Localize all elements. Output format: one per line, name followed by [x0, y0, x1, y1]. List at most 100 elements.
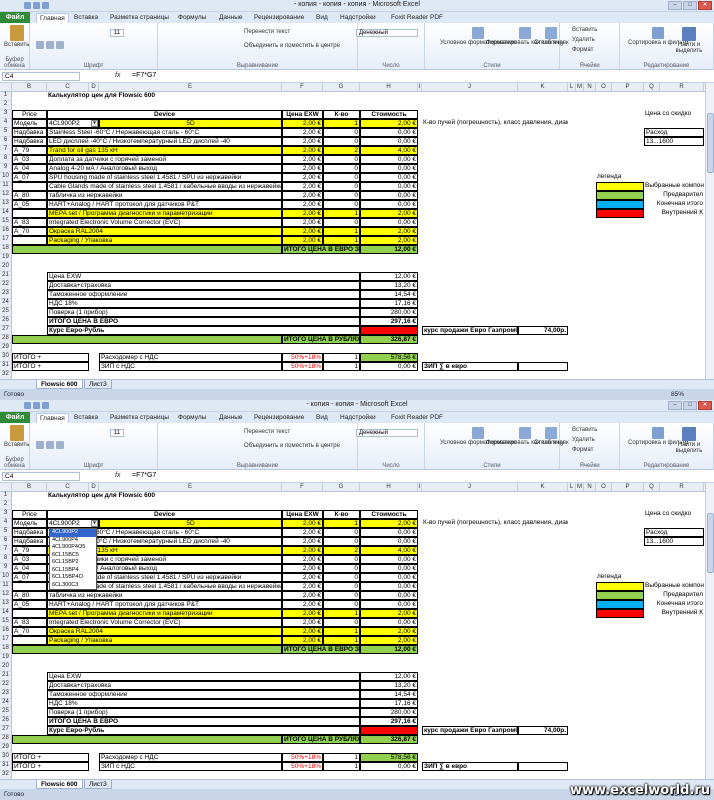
price-cell[interactable]: A_79: [12, 546, 47, 555]
side-note[interactable]: К-во пучей (погрешность), класс давления…: [422, 119, 568, 128]
summary-label[interactable]: Цена EXW: [47, 672, 360, 681]
price-exw-cell[interactable]: 2,00 €: [282, 182, 323, 191]
tab-6[interactable]: Вид: [316, 13, 328, 22]
summary-value[interactable]: 297,16 €: [360, 717, 418, 726]
tab-2[interactable]: Разметка страницы: [110, 13, 169, 22]
qty-cell[interactable]: 2: [323, 546, 360, 555]
price-exw-cell[interactable]: 2,00 €: [282, 609, 323, 618]
row-header[interactable]: 30: [0, 353, 12, 362]
itogo-label[interactable]: ИТОГО +: [12, 353, 89, 362]
itogo-markup[interactable]: 50%+18%: [282, 362, 323, 371]
underline-icon[interactable]: [56, 41, 64, 49]
fx-icon[interactable]: fx: [115, 72, 120, 79]
cost-cell[interactable]: 0,00 €: [360, 164, 418, 173]
dropdown-option[interactable]: 4CL900P4O5: [50, 544, 96, 552]
price-cell[interactable]: A_05: [12, 600, 47, 609]
find-select-button[interactable]: Найти и выделить: [664, 427, 714, 454]
column-header[interactable]: B: [12, 83, 47, 92]
column-header[interactable]: B: [12, 483, 47, 492]
minimize-button[interactable]: –: [668, 1, 682, 10]
price-exw-cell[interactable]: 2,00 €: [282, 618, 323, 627]
cost-cell[interactable]: 2,00 €: [360, 227, 418, 236]
summary-label[interactable]: НДС 18%: [47, 699, 360, 708]
row-header[interactable]: 26: [0, 317, 12, 326]
cost-cell[interactable]: 2,00 €: [360, 636, 418, 645]
price-cell[interactable]: [12, 182, 47, 191]
qty-cell[interactable]: 0: [323, 191, 360, 200]
device-cell[interactable]: MEPA set / Программа диагностики и парам…: [47, 209, 282, 218]
header-cost[interactable]: Стоимость: [360, 510, 418, 519]
column-header[interactable]: P: [612, 483, 644, 492]
row-header[interactable]: 13: [0, 600, 12, 609]
dropdown-option[interactable]: 6CL15BP4: [50, 567, 96, 575]
summary-label[interactable]: Доставка+страховка: [47, 281, 360, 290]
itogo-qty[interactable]: 1: [323, 762, 360, 771]
font-size-box[interactable]: 11: [110, 29, 124, 37]
summary-label[interactable]: Поверка (1 прибор): [47, 308, 360, 317]
cost-cell[interactable]: 0,00 €: [360, 173, 418, 182]
device-cell[interactable]: HART+Analog / HART протокол для датчиков…: [47, 200, 282, 209]
column-header[interactable]: Q: [644, 483, 660, 492]
italic-icon[interactable]: [46, 441, 54, 449]
row-header[interactable]: 28: [0, 735, 12, 744]
summary-value[interactable]: 13,20 €: [360, 281, 418, 290]
summary-label[interactable]: Курс Евро-Рубль: [47, 326, 360, 335]
device-cell[interactable]: HART+Analog / HART протокол для датчиков…: [47, 600, 282, 609]
device-cell[interactable]: Analog 4-20 мА / Аналоговый выход: [47, 164, 282, 173]
column-header[interactable]: K: [518, 83, 568, 92]
cost-cell[interactable]: 0,00 €: [360, 600, 418, 609]
price-exw-cell[interactable]: 2,00 €: [282, 636, 323, 645]
device-cell[interactable]: Trand for oil gas 135 кН: [47, 146, 282, 155]
font-size-box[interactable]: 11: [110, 429, 124, 437]
itogo-qty[interactable]: 1: [323, 362, 360, 371]
column-header[interactable]: F: [282, 483, 323, 492]
row-header[interactable]: 5: [0, 528, 12, 537]
qty-cell[interactable]: 1: [323, 627, 360, 636]
itogo-desc[interactable]: Расходомер с НДС: [99, 753, 282, 762]
row-header[interactable]: 11: [0, 182, 12, 191]
row-header[interactable]: 24: [0, 699, 12, 708]
header-qty[interactable]: К-во: [323, 110, 360, 119]
tab-8[interactable]: Foxit Reader PDF: [391, 413, 443, 422]
device-cell[interactable]: Integrated Electronic Volume Corrector (…: [47, 218, 282, 227]
cost-cell[interactable]: 2,00 €: [360, 627, 418, 636]
price-exw-cell[interactable]: 2,00 €: [282, 191, 323, 200]
cost-cell[interactable]: 0,00 €: [360, 537, 418, 546]
legend-title[interactable]: легенда: [596, 573, 644, 582]
cost-cell[interactable]: 0,00 €: [360, 155, 418, 164]
column-header[interactable]: G: [323, 483, 360, 492]
summary-label[interactable]: Поверка (1 прибор): [47, 708, 360, 717]
summary-label[interactable]: Таможенное оформление: [47, 690, 360, 699]
cost-cell[interactable]: 0,00 €: [360, 564, 418, 573]
row-header[interactable]: 26: [0, 717, 12, 726]
cost-cell[interactable]: 0,00 €: [360, 200, 418, 209]
column-header[interactable]: M: [576, 83, 584, 92]
column-header[interactable]: L: [568, 83, 576, 92]
zip-label[interactable]: ЗИП ∑ в евро: [422, 762, 518, 771]
tab-3[interactable]: Формулы: [178, 13, 206, 22]
price-cell[interactable]: A_04: [12, 164, 47, 173]
row-header[interactable]: 25: [0, 308, 12, 317]
tab-3[interactable]: Формулы: [178, 413, 206, 422]
cost-cell[interactable]: 0,00 €: [360, 528, 418, 537]
total-label[interactable]: ИТОГО ЦЕНА В ЕВРО ЗА РАСХОДОМЕР: [282, 645, 360, 654]
name-box[interactable]: C4: [2, 72, 80, 81]
minimize-button[interactable]: –: [668, 401, 682, 410]
cost-cell[interactable]: 0,00 €: [360, 591, 418, 600]
file-tab[interactable]: Файл: [0, 412, 30, 423]
itogo-desc[interactable]: ЗИП с НДС: [99, 762, 282, 771]
row-header[interactable]: 19: [0, 254, 12, 263]
qty-cell[interactable]: 1: [323, 636, 360, 645]
cost-cell[interactable]: 2,00 €: [360, 519, 418, 528]
device-cell[interactable]: Stainless Steel -60°C / Нержавеющая стал…: [47, 128, 282, 137]
qty-cell[interactable]: 1: [323, 227, 360, 236]
total-bar[interactable]: [12, 645, 282, 654]
summary-label[interactable]: НДС 18%: [47, 299, 360, 308]
qty-cell[interactable]: 0: [323, 600, 360, 609]
column-header[interactable]: E: [99, 483, 282, 492]
column-header[interactable]: R: [660, 83, 704, 92]
rub-total-label[interactable]: ИТОГО ЦЕНА В РУБЛЯХ ЗА РАСХОДОМЕР: [282, 735, 360, 744]
cost-cell[interactable]: 2,00 €: [360, 119, 418, 128]
device-cell[interactable]: Окраска RAL2004: [47, 627, 282, 636]
scroll-thumb[interactable]: [707, 513, 714, 573]
